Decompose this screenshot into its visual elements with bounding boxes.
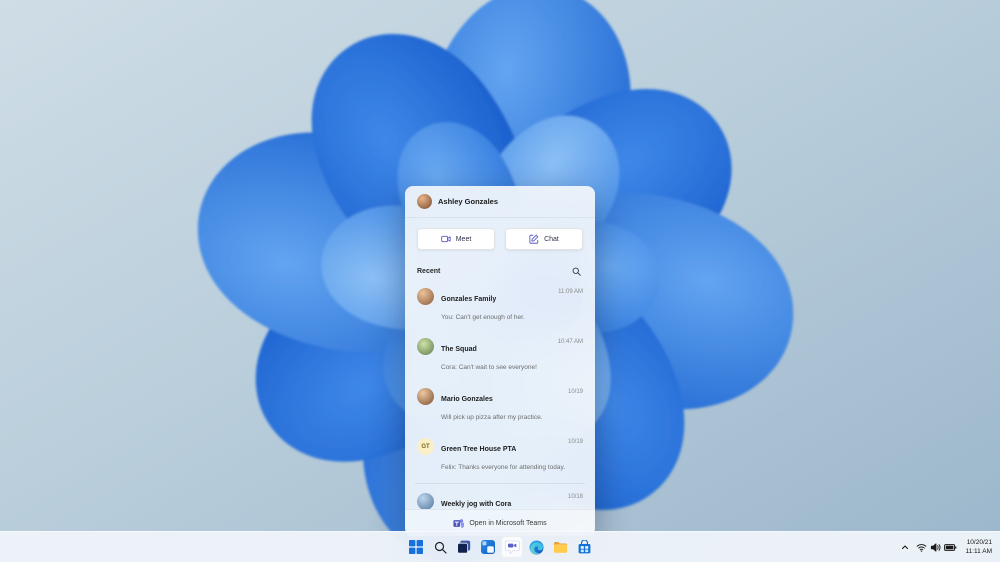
chat-icon xyxy=(504,540,520,554)
chat-button-label: Chat xyxy=(544,235,559,243)
search-icon xyxy=(572,267,581,276)
system-icons-button[interactable] xyxy=(912,536,961,558)
file-explorer-icon xyxy=(553,541,567,553)
conversation-time: 10/19 xyxy=(567,389,583,395)
wifi-icon xyxy=(916,543,926,552)
tray-date: 10/20/21 xyxy=(966,538,992,546)
conversation-preview: Cora: Can't wait to see everyone! xyxy=(441,364,537,371)
new-chat-icon xyxy=(529,234,539,244)
divider xyxy=(415,483,585,484)
taskbar-edge-button[interactable] xyxy=(525,536,547,558)
meet-button-label: Meet xyxy=(455,235,472,243)
taskbar-center-icons xyxy=(405,536,595,558)
teams-icon xyxy=(453,518,465,528)
conversation-preview: Will pick up pizza after my practice. xyxy=(441,414,543,421)
taskbar-store-button[interactable] xyxy=(573,536,595,558)
battery-icon xyxy=(943,543,956,551)
conversation-row[interactable]: GT Green Tree House PTA Felix: Thanks ev… xyxy=(405,431,595,481)
hidden-icons-button[interactable] xyxy=(898,536,912,558)
conversation-name: The Squad xyxy=(441,346,477,353)
task-view-icon xyxy=(457,540,471,554)
conversation-time: 10:47 AM xyxy=(557,339,583,345)
tray-time: 11:11 AM xyxy=(965,548,993,555)
conversation-name: Gonzales Family xyxy=(441,296,497,303)
taskbar-file-explorer-button[interactable] xyxy=(549,536,571,558)
volume-icon xyxy=(930,542,940,552)
flyout-user-header[interactable]: Ashley Gonzales xyxy=(405,186,595,218)
conversation-preview: You: Can't get enough of her. xyxy=(441,314,525,321)
conversation-time: 10/19 xyxy=(567,439,583,445)
user-avatar xyxy=(417,194,432,209)
chevron-up-icon xyxy=(901,545,908,550)
user-name: Ashley Gonzales xyxy=(438,197,499,206)
store-icon xyxy=(578,539,590,553)
start-icon xyxy=(409,540,423,554)
avatar xyxy=(417,493,434,509)
search-button[interactable] xyxy=(569,264,583,278)
taskbar-chat-button[interactable] xyxy=(501,536,523,558)
conversation-name: Mario Gonzales xyxy=(441,396,493,403)
recent-label: Recent xyxy=(417,267,441,275)
conversation-name: Green Tree House PTA xyxy=(441,446,517,453)
conversation-preview: Felix: Thanks everyone for attending tod… xyxy=(441,464,566,471)
quick-actions: Meet Chat xyxy=(405,218,595,259)
meet-button[interactable]: Meet xyxy=(417,228,495,250)
taskbar: 10/20/21 11:11 AM xyxy=(0,531,1000,562)
avatar xyxy=(417,288,434,305)
edge-icon xyxy=(529,540,543,554)
taskbar-widgets-button[interactable] xyxy=(477,536,499,558)
open-in-teams-label: Open in Microsoft Teams xyxy=(469,519,547,527)
avatar xyxy=(417,388,434,405)
recent-header: Recent xyxy=(405,259,595,280)
taskbar-search-button[interactable] xyxy=(429,536,451,558)
avatar: GT xyxy=(417,438,434,455)
system-tray: 10/20/21 11:11 AM xyxy=(898,536,999,558)
avatar xyxy=(417,338,434,355)
conversation-time: 11:09 AM xyxy=(558,289,583,295)
conversation-list: Gonzales Family You: Can't get enough of… xyxy=(405,280,595,509)
taskbar-start-button[interactable] xyxy=(405,536,427,558)
conversation-row[interactable]: Weekly jog with Cora Cora: I am so behin… xyxy=(405,486,595,509)
conversation-row[interactable]: The Squad Cora: Can't wait to see everyo… xyxy=(405,331,595,381)
conversation-time: 10/18 xyxy=(567,494,583,500)
widgets-icon xyxy=(481,540,495,554)
conversation-row[interactable]: Gonzales Family You: Can't get enough of… xyxy=(405,281,595,331)
video-camera-icon xyxy=(440,235,451,243)
chat-button[interactable]: Chat xyxy=(505,228,583,250)
search-icon xyxy=(434,541,447,554)
conversation-name: Weekly jog with Cora xyxy=(441,501,512,508)
clock[interactable]: 10/20/21 11:11 AM xyxy=(961,536,999,558)
conversation-row[interactable]: Mario Gonzales Will pick up pizza after … xyxy=(405,381,595,431)
teams-chat-flyout: Ashley Gonzales Meet Chat Recent Gonzale… xyxy=(405,186,595,536)
taskbar-task-view-button[interactable] xyxy=(453,536,475,558)
